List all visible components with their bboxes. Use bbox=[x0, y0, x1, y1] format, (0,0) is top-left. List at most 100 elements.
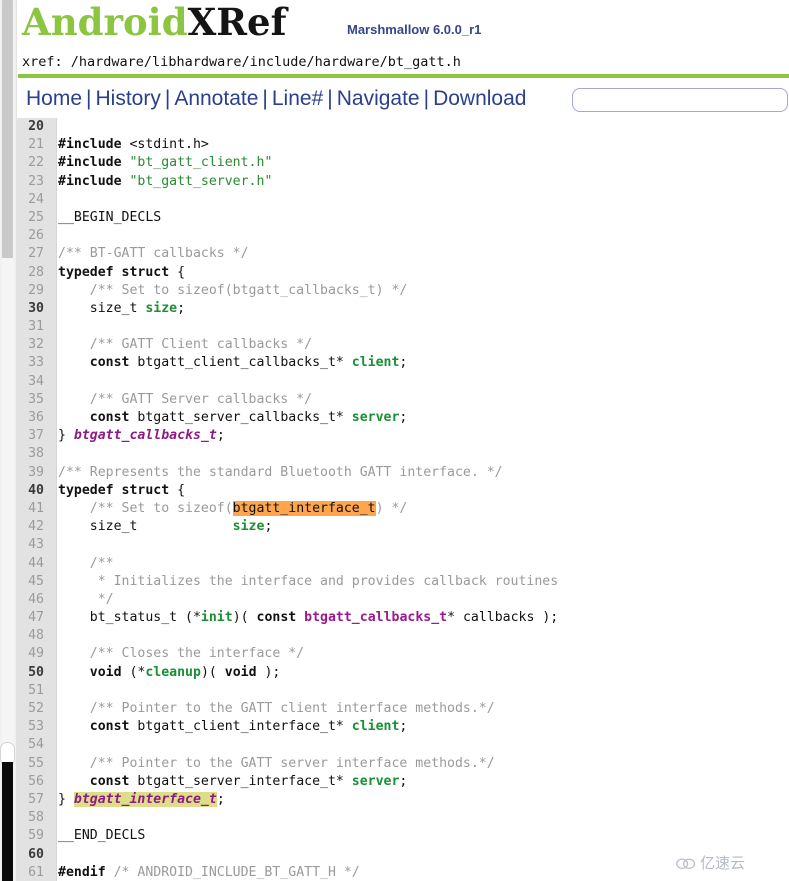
line-number[interactable]: 23 bbox=[16, 173, 50, 191]
code-token: ); bbox=[256, 664, 281, 680]
code-line: 31 bbox=[16, 318, 789, 336]
code-token: /** Represents the standard Bluetooth GA… bbox=[58, 464, 503, 480]
line-number[interactable]: 37 bbox=[16, 427, 50, 445]
line-number[interactable]: 45 bbox=[16, 573, 50, 591]
line-number[interactable]: 50 bbox=[16, 664, 50, 682]
line-number[interactable]: 52 bbox=[16, 700, 50, 718]
line-number[interactable]: 60 bbox=[16, 846, 50, 864]
line-number[interactable]: 34 bbox=[16, 373, 50, 391]
code-line: 50 void (*cleanup)( void ); bbox=[16, 664, 789, 682]
scrollbar-thumb-lower[interactable] bbox=[2, 762, 13, 881]
line-number[interactable]: 25 bbox=[16, 209, 50, 227]
code-token[interactable]: client bbox=[352, 355, 400, 370]
line-number[interactable]: 56 bbox=[16, 773, 50, 791]
line-number[interactable]: 54 bbox=[16, 736, 50, 754]
code-line: 42 size_t size; bbox=[16, 518, 789, 536]
code-token: typedef struct bbox=[58, 482, 170, 498]
line-number[interactable]: 41 bbox=[16, 500, 50, 518]
line-number[interactable]: 22 bbox=[16, 154, 50, 172]
line-number[interactable]: 58 bbox=[16, 809, 50, 827]
code-token[interactable]: size bbox=[233, 519, 265, 534]
line-number[interactable]: 35 bbox=[16, 391, 50, 409]
line-number[interactable]: 51 bbox=[16, 682, 50, 700]
line-number[interactable]: 26 bbox=[16, 227, 50, 245]
nav-link-download[interactable]: Download bbox=[433, 87, 526, 110]
line-number[interactable]: 27 bbox=[16, 245, 50, 263]
line-number[interactable]: 49 bbox=[16, 645, 50, 663]
line-number[interactable]: 39 bbox=[16, 464, 50, 482]
vertical-scrollbar[interactable] bbox=[0, 0, 17, 881]
code-line-source: /** BT-GATT callbacks */ bbox=[50, 245, 249, 263]
line-number[interactable]: 40 bbox=[16, 482, 50, 500]
line-number[interactable]: 61 bbox=[16, 864, 50, 881]
line-number[interactable]: 32 bbox=[16, 336, 50, 354]
line-number[interactable]: 20 bbox=[16, 118, 50, 136]
line-number[interactable]: 21 bbox=[16, 136, 50, 154]
code-line: 44 /** bbox=[16, 555, 789, 573]
nav-link-history[interactable]: History bbox=[96, 87, 161, 110]
code-line-source: /** GATT Server callbacks */ bbox=[50, 391, 312, 409]
code-line: 24 bbox=[16, 191, 789, 209]
code-token[interactable]: client bbox=[352, 719, 400, 734]
line-number[interactable]: 38 bbox=[16, 445, 50, 463]
code-token: btgatt_server_interface_t* bbox=[129, 773, 352, 789]
line-number[interactable]: 36 bbox=[16, 409, 50, 427]
line-number[interactable]: 43 bbox=[16, 536, 50, 554]
line-number[interactable]: 28 bbox=[16, 264, 50, 282]
line-number[interactable]: 59 bbox=[16, 827, 50, 845]
site-logo[interactable]: AndroidXRef bbox=[22, 0, 287, 53]
line-number[interactable]: 48 bbox=[16, 627, 50, 645]
code-line-source: void (*cleanup)( void ); bbox=[50, 664, 281, 682]
nav-link-navigate[interactable]: Navigate bbox=[337, 87, 420, 110]
line-number[interactable]: 29 bbox=[16, 282, 50, 300]
code-line-source: /** Pointer to the GATT client interface… bbox=[50, 700, 495, 718]
code-token[interactable]: btgatt_callbacks_t bbox=[74, 428, 217, 443]
nav-separator: | bbox=[423, 87, 430, 110]
code-token[interactable]: cleanup bbox=[145, 665, 201, 680]
code-line: 59 __END_DECLS bbox=[16, 827, 789, 845]
line-number[interactable]: 55 bbox=[16, 755, 50, 773]
code-token[interactable]: btgatt_interface_t bbox=[73, 791, 217, 807]
line-number[interactable]: 30 bbox=[16, 300, 50, 318]
line-number[interactable]: 31 bbox=[16, 318, 50, 336]
scrollbar-thumb[interactable] bbox=[2, 0, 13, 258]
code-token[interactable]: init bbox=[201, 610, 233, 625]
search-input[interactable] bbox=[572, 88, 788, 112]
code-token[interactable]: server bbox=[352, 774, 400, 789]
code-line-source: * Initializes the interface and provides… bbox=[50, 573, 559, 591]
code-token[interactable]: btgatt_callbacks_t bbox=[304, 610, 447, 625]
line-number[interactable]: 42 bbox=[16, 518, 50, 536]
line-number[interactable]: 47 bbox=[16, 609, 50, 627]
code-line-source: const btgatt_client_interface_t* client; bbox=[50, 718, 408, 736]
source-code-viewer[interactable]: 20 21 #include <stdint.h> 22 #include "bt_ga… bbox=[16, 118, 789, 881]
line-number[interactable]: 44 bbox=[16, 555, 50, 573]
code-line-source: /** Set to sizeof(btgatt_callbacks_t) */ bbox=[50, 282, 408, 300]
code-token: "bt_gatt_client.h" bbox=[129, 155, 273, 171]
nav-link-line[interactable]: Line# bbox=[272, 87, 323, 110]
line-number[interactable]: 24 bbox=[16, 191, 50, 209]
code-token: #include bbox=[58, 155, 130, 171]
code-token: ; bbox=[216, 791, 225, 807]
code-token[interactable]: btgatt_interface_t bbox=[232, 500, 376, 516]
code-line: 46 */ bbox=[16, 591, 789, 609]
code-line: 26 bbox=[16, 227, 789, 245]
code-line: 57} btgatt_interface_t; bbox=[16, 791, 789, 809]
nav-link-annotate[interactable]: Annotate bbox=[174, 87, 258, 110]
code-line: 56 const btgatt_server_interface_t* serv… bbox=[16, 773, 789, 791]
code-token: btgatt_client_callbacks_t* bbox=[129, 355, 352, 371]
code-token: /** Set to sizeof(btgatt_callbacks_t) */ bbox=[58, 282, 408, 298]
xref-path[interactable]: /hardware/libhardware/include/hardware/b… bbox=[71, 54, 461, 70]
code-line: 33 const btgatt_client_callbacks_t* clie… bbox=[16, 354, 789, 372]
nav-link-home[interactable]: Home bbox=[26, 87, 82, 110]
line-number[interactable]: 53 bbox=[16, 718, 50, 736]
line-number[interactable]: 46 bbox=[16, 591, 50, 609]
code-token[interactable]: size bbox=[145, 301, 177, 316]
code-line: 45 * Initializes the interface and provi… bbox=[16, 573, 789, 591]
line-number[interactable]: 33 bbox=[16, 354, 50, 372]
line-number[interactable]: 57 bbox=[16, 791, 50, 809]
code-token[interactable]: server bbox=[352, 410, 400, 425]
site-header: AndroidXRef Marshmallow 6.0.0_r1 bbox=[16, 0, 789, 52]
